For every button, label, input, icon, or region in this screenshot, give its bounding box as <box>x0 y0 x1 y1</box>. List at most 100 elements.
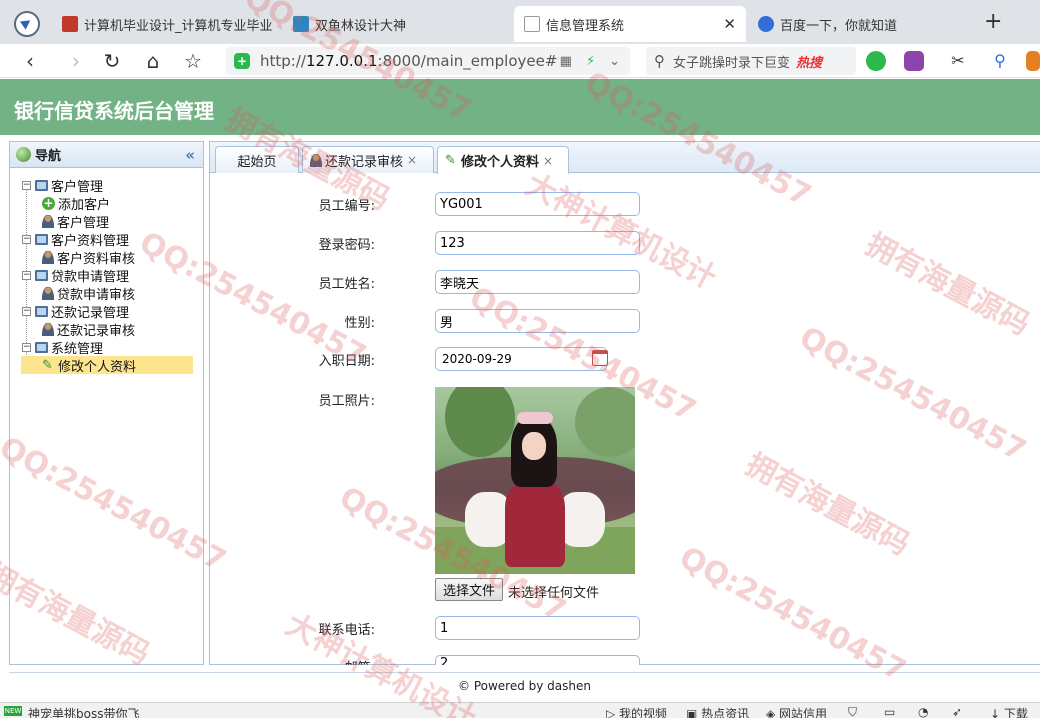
tree-group-loan-applications[interactable]: − 贷款申请管理 <box>10 266 203 285</box>
browser-tab-title: 百度一下，你就知道 <box>780 18 898 34</box>
baidu-paw-icon <box>758 16 774 32</box>
search-icon: ⚲ <box>654 52 665 70</box>
bookmark-star-icon[interactable]: ☆ <box>181 49 205 73</box>
back-icon[interactable]: ‹ <box>18 49 42 73</box>
shield-icon[interactable]: ⛉ <box>848 705 857 718</box>
tree-group-system[interactable]: − 系统管理 <box>10 338 203 357</box>
status-my-video[interactable]: ▷ 我的视频 <box>606 705 667 718</box>
security-shield-icon: + <box>234 53 250 69</box>
sidebar-item-loan-review[interactable]: 贷款申请审核 <box>10 284 203 303</box>
status-news-link[interactable]: 神宠单挑boss带你飞 <box>28 705 139 718</box>
magnifier-icon[interactable]: ⚲ <box>990 51 1010 71</box>
employee-no-label: 员工编号: <box>318 199 375 214</box>
favicon-icon <box>62 16 78 32</box>
nav-sidebar: 导航 « − 客户管理 + 添加客户 客户管理 − 客户资料管理 客户资料审核 … <box>9 141 204 665</box>
collapse-icon[interactable]: « <box>185 146 195 164</box>
translate-icon[interactable] <box>904 51 924 71</box>
rocket-icon[interactable]: ➶ <box>952 705 962 718</box>
game-icon[interactable] <box>1026 51 1040 71</box>
address-bar[interactable]: + http://127.0.0.1:8000/main_employee# ▦… <box>226 47 630 75</box>
scissors-icon[interactable]: ✂ <box>948 51 968 71</box>
user-icon <box>42 214 54 228</box>
password-field[interactable]: 123 <box>435 231 640 255</box>
status-site-credit[interactable]: ◈ 网站信用 <box>766 705 827 718</box>
close-tab-icon[interactable]: × <box>543 154 553 168</box>
phone-label: 联系电话: <box>318 623 375 638</box>
tree-group-customers[interactable]: − 客户管理 <box>10 176 203 195</box>
footer-text: © Powered by dashen <box>458 678 591 693</box>
tree-group-repayments[interactable]: − 还款记录管理 <box>10 302 203 321</box>
user-icon <box>42 322 54 336</box>
collapse-node-icon[interactable]: − <box>22 180 31 190</box>
qr-code-icon[interactable]: ▦ <box>560 54 572 69</box>
close-tab-icon[interactable]: ✕ <box>723 15 736 33</box>
browser-tab-4[interactable]: 百度一下，你就知道 <box>748 6 973 42</box>
pencil-icon: ✎ <box>445 153 456 168</box>
status-hot-news[interactable]: ▣ 热点资讯 <box>686 705 749 718</box>
browser-tab-3[interactable]: 信息管理系统 ✕ <box>514 6 746 42</box>
sidebar-item-add-customer[interactable]: + 添加客户 <box>10 194 203 213</box>
lightning-icon[interactable]: ⚡ <box>586 54 595 69</box>
calendar-icon[interactable] <box>592 350 608 366</box>
gender-label: 性别: <box>344 316 375 331</box>
browser-tab-title: 计算机毕业设计_计算机专业毕业 <box>84 18 273 34</box>
search-suggestion: 女子跳操时录下巨变 <box>673 55 791 71</box>
user-icon <box>42 250 54 264</box>
password-label: 登录密码: <box>318 238 375 253</box>
sound-icon[interactable]: ◔ <box>918 705 928 718</box>
new-tab-button[interactable]: + <box>984 11 1002 33</box>
gender-field[interactable]: 男 <box>435 309 640 333</box>
browser-status-bar: NEW 神宠单挑boss带你飞 ▷ 我的视频 ▣ 热点资讯 ◈ 网站信用 ⛉ ▭… <box>0 702 1040 718</box>
content-tabs: 起始页 还款记录审核 × ✎ 修改个人资料 × <box>210 142 1040 174</box>
computer-icon <box>35 269 48 281</box>
collapse-node-icon[interactable]: − <box>22 306 31 316</box>
home-icon[interactable]: ⌂ <box>141 49 165 73</box>
page-icon <box>524 16 540 32</box>
search-box[interactable]: ⚲ 女子跳操时录下巨变 热搜 <box>646 47 856 75</box>
image-icon[interactable]: ▭ <box>884 705 895 718</box>
hire-date-label: 入职日期: <box>318 354 375 369</box>
browser-tab-title: 信息管理系统 <box>546 18 625 34</box>
name-field[interactable]: 李晓天 <box>435 270 640 294</box>
user-icon <box>42 286 54 300</box>
computer-icon <box>35 305 48 317</box>
tab-repayment-review[interactable]: 还款记录审核 × <box>302 146 434 173</box>
email-label: 邮箱: <box>215 657 375 665</box>
status-download[interactable]: ↓ 下载 <box>990 705 1028 718</box>
computer-icon <box>35 341 48 353</box>
email-field[interactable]: 2 <box>435 655 640 665</box>
reload-icon[interactable]: ↻ <box>100 49 124 73</box>
browser-tab-2[interactable]: 双鱼林设计大神 <box>283 6 508 42</box>
tree-group-customer-docs[interactable]: − 客户资料管理 <box>10 230 203 249</box>
sidebar-item-edit-profile[interactable]: ✎ 修改个人资料 <box>21 356 193 375</box>
collapse-node-icon[interactable]: − <box>22 234 31 244</box>
url-text: http://127.0.0.1:8000/main_employee# <box>260 52 558 70</box>
forward-icon[interactable]: › <box>64 49 88 73</box>
app-header: 银行信贷系统后台管理 <box>0 79 1040 135</box>
computer-icon <box>35 179 48 191</box>
extension-green-icon[interactable] <box>866 51 886 71</box>
photo-label: 员工照片: <box>318 394 375 409</box>
name-label: 员工姓名: <box>318 277 375 292</box>
sidebar-item-repayment-review[interactable]: 还款记录审核 <box>10 320 203 339</box>
chevron-down-icon[interactable]: ⌄ <box>609 54 620 69</box>
sidebar-item-customer-manage[interactable]: 客户管理 <box>10 212 203 231</box>
new-badge: NEW <box>4 706 22 716</box>
tab-home[interactable]: 起始页 <box>215 146 299 173</box>
employee-no-field[interactable]: YG001 <box>435 192 640 216</box>
choose-file-button[interactable]: 选择文件 <box>435 578 503 601</box>
sidebar-item-customer-docs-review[interactable]: 客户资料审核 <box>10 248 203 267</box>
collapse-node-icon[interactable]: − <box>22 270 31 280</box>
globe-icon <box>16 147 31 162</box>
browser-tab-1[interactable]: 计算机毕业设计_计算机专业毕业 <box>52 6 277 42</box>
nav-tree: − 客户管理 + 添加客户 客户管理 − 客户资料管理 客户资料审核 − 贷款申… <box>10 168 203 375</box>
phone-field[interactable]: 1 <box>435 616 640 640</box>
hire-date-field[interactable]: 2020-09-29 <box>435 347 607 371</box>
browser-tab-strip: 计算机毕业设计_计算机专业毕业 双鱼林设计大神 信息管理系统 ✕ 百度一下，你就… <box>0 0 1040 44</box>
close-tab-icon[interactable]: × <box>407 153 417 167</box>
tab-edit-profile[interactable]: ✎ 修改个人资料 × <box>437 146 569 174</box>
collapse-node-icon[interactable]: − <box>22 342 31 352</box>
browser-logo-icon[interactable] <box>14 11 40 37</box>
file-status-text: 未选择任何文件 <box>508 586 600 601</box>
favicon-icon <box>293 16 309 32</box>
